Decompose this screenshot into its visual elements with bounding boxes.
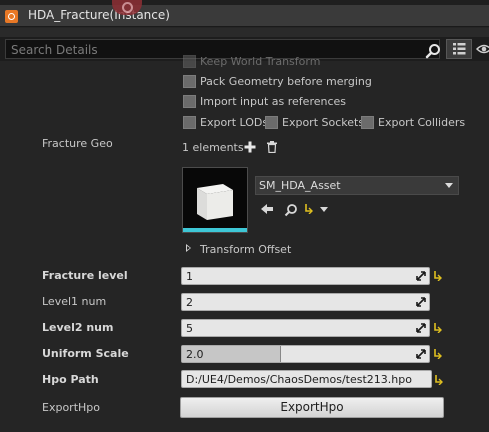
level1-num-label: Level1 num bbox=[42, 295, 107, 308]
title-gap bbox=[0, 28, 489, 37]
reset-arrow-icon[interactable] bbox=[433, 321, 443, 333]
level2-num-label: Level2 num bbox=[42, 321, 114, 334]
elements-count: 1 elements bbox=[182, 141, 244, 154]
export-lods-label: Export LODs bbox=[200, 116, 269, 129]
search-icon[interactable] bbox=[425, 43, 441, 59]
window-title: HDA_Fracture(Instance) bbox=[28, 8, 170, 22]
fracture-level-field[interactable]: 1 bbox=[181, 267, 430, 285]
fracture-level-label: Fracture level bbox=[42, 269, 128, 282]
level2-num-field[interactable]: 5 bbox=[181, 319, 430, 337]
import-as-references-checkbox[interactable] bbox=[183, 95, 196, 108]
hpo-path-field[interactable]: D:/UE4/Demos/ChaosDemos/test213.hpo bbox=[181, 370, 432, 388]
keep-world-transform-checkbox[interactable] bbox=[183, 55, 196, 68]
export-sockets-checkbox[interactable] bbox=[265, 116, 278, 129]
reset-arrow-icon[interactable] bbox=[304, 202, 314, 214]
cube-icon bbox=[197, 184, 233, 220]
reset-arrow-icon[interactable] bbox=[433, 269, 443, 281]
level1-num-value: 2 bbox=[186, 296, 193, 309]
expand-icon bbox=[416, 349, 426, 359]
houdini-icon bbox=[5, 10, 18, 23]
expand-icon bbox=[416, 323, 426, 333]
fracture-level-value: 1 bbox=[186, 270, 193, 283]
uniform-scale-value: 2.0 bbox=[186, 348, 204, 361]
uniform-scale-slider[interactable]: 2.0 bbox=[181, 345, 430, 363]
asset-thumbnail[interactable] bbox=[182, 167, 248, 233]
view-options-button[interactable] bbox=[446, 39, 472, 59]
expand-icon bbox=[416, 297, 426, 307]
chevron-down-icon bbox=[445, 183, 453, 188]
uniform-scale-label: Uniform Scale bbox=[42, 347, 129, 360]
import-as-references-label: Import input as references bbox=[200, 95, 347, 108]
hpo-path-value: D:/UE4/Demos/ChaosDemos/test213.hpo bbox=[186, 373, 412, 386]
keep-world-transform-label: Keep World Transform bbox=[200, 55, 321, 68]
export-hpo-label: ExportHpo bbox=[42, 401, 100, 414]
transform-offset-label[interactable]: Transform Offset bbox=[200, 243, 291, 256]
reset-arrow-icon[interactable] bbox=[434, 373, 444, 385]
title-bar: HDA_Fracture(Instance) bbox=[0, 0, 489, 27]
export-colliders-label: Export Colliders bbox=[378, 116, 466, 129]
reset-arrow-icon[interactable] bbox=[433, 347, 443, 359]
fracture-geo-label: Fracture Geo bbox=[42, 137, 113, 150]
hpo-path-label: Hpo Path bbox=[42, 373, 99, 386]
export-lods-checkbox[interactable] bbox=[183, 116, 196, 129]
asset-name: SM_HDA_Asset bbox=[259, 179, 341, 192]
grid-icon bbox=[453, 43, 466, 55]
add-element-icon[interactable] bbox=[244, 141, 256, 153]
pack-geometry-label: Pack Geometry before merging bbox=[200, 75, 372, 88]
expand-triangle-icon[interactable] bbox=[186, 244, 191, 252]
export-hpo-button[interactable]: ExportHpo bbox=[180, 397, 444, 418]
level1-num-field[interactable]: 2 bbox=[181, 293, 430, 311]
thumbnail-accent-bar bbox=[183, 228, 247, 232]
pack-geometry-checkbox[interactable] bbox=[183, 75, 196, 88]
level2-num-value: 5 bbox=[186, 322, 193, 335]
export-sockets-label: Export Sockets bbox=[282, 116, 365, 129]
browse-search-icon[interactable] bbox=[284, 203, 298, 217]
options-dropdown-icon[interactable] bbox=[320, 207, 328, 212]
eye-icon[interactable] bbox=[476, 43, 489, 55]
use-selected-arrow-icon[interactable] bbox=[260, 203, 274, 215]
export-colliders-checkbox[interactable] bbox=[361, 116, 374, 129]
asset-picker-combo[interactable]: SM_HDA_Asset bbox=[255, 176, 459, 195]
trash-icon[interactable] bbox=[266, 141, 278, 153]
expand-icon bbox=[416, 271, 426, 281]
